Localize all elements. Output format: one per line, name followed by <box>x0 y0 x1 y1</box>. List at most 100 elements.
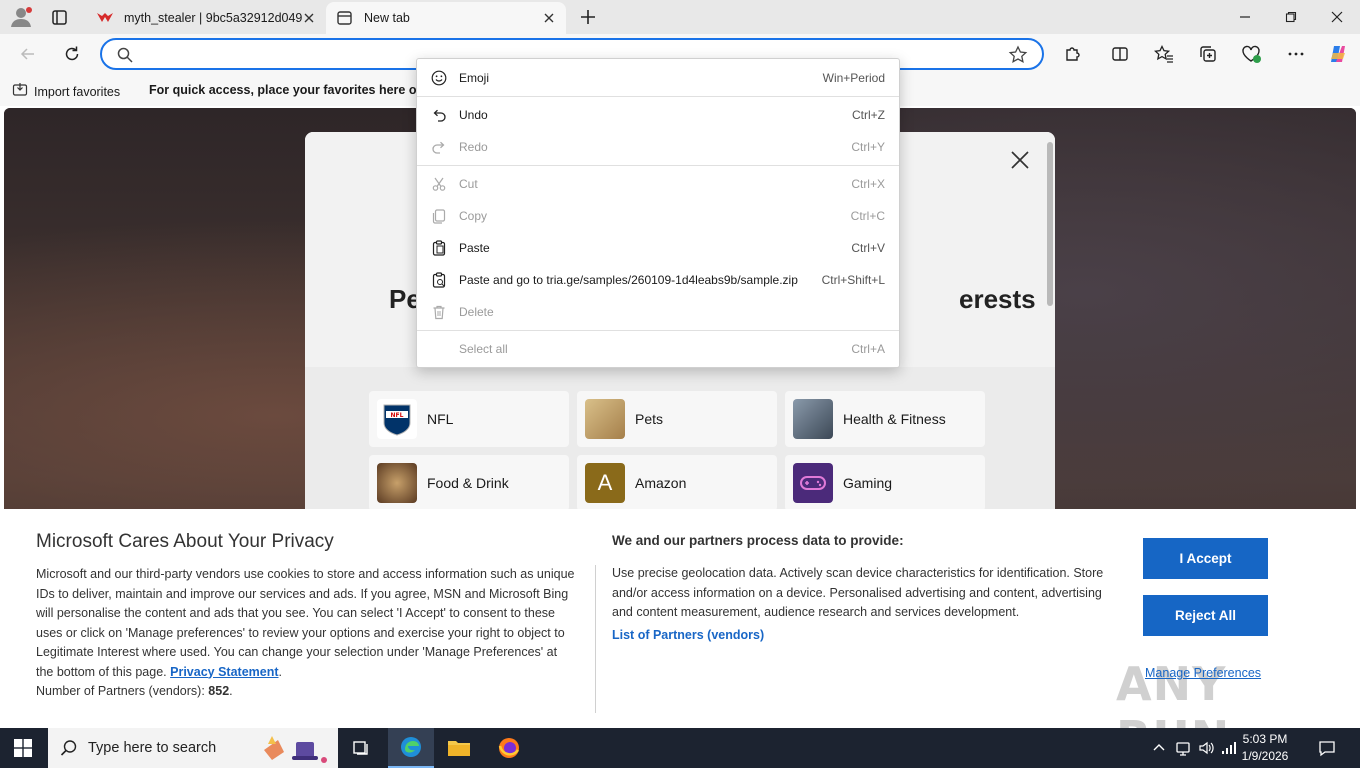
close-window-icon[interactable] <box>1314 0 1360 34</box>
extensions-icon[interactable] <box>1060 42 1084 66</box>
edge-taskbar-icon[interactable] <box>388 728 434 768</box>
clock-date: 1/9/2026 <box>1241 749 1289 763</box>
file-explorer-icon[interactable] <box>436 728 482 768</box>
menu-divider <box>417 330 899 331</box>
reject-all-button[interactable]: Reject All <box>1143 595 1268 636</box>
close-tab-icon[interactable] <box>542 11 556 25</box>
menu-item-shortcut: Ctrl+Z <box>852 108 885 122</box>
category-gaming[interactable]: Gaming <box>785 455 985 511</box>
tab-myth-stealer[interactable]: myth_stealer | 9bc5a32912d0490a <box>86 2 326 34</box>
search-highlight-icon <box>260 732 330 769</box>
profile-avatar-icon[interactable] <box>8 5 34 29</box>
browser-essentials-icon[interactable] <box>1240 42 1264 66</box>
menu-item-emoji[interactable]: Emoji Win+Period <box>417 63 899 93</box>
manage-preferences-link[interactable]: Manage Preferences <box>1145 666 1261 680</box>
undo-icon <box>431 107 447 123</box>
firefox-icon[interactable] <box>486 728 532 768</box>
back-arrow-icon[interactable] <box>16 42 40 66</box>
menu-item-copy: Copy Ctrl+C <box>417 201 899 231</box>
menu-item-redo: Redo Ctrl+Y <box>417 132 899 162</box>
favorite-star-icon[interactable] <box>1008 45 1028 65</box>
partners-count: 852 <box>208 684 230 698</box>
more-options-icon[interactable] <box>1284 42 1308 66</box>
search-icon <box>116 46 134 64</box>
menu-item-delete: Delete <box>417 297 899 327</box>
food-icon <box>377 463 417 503</box>
menu-item-label: Paste and go to tria.ge/samples/260109-1… <box>459 273 798 287</box>
windows-start-icon[interactable] <box>14 739 32 757</box>
category-amazon[interactable]: A Amazon <box>577 455 777 511</box>
new-tab-plus-icon[interactable] <box>576 5 600 29</box>
pets-icon <box>585 399 625 439</box>
import-icon <box>12 82 28 101</box>
menu-item-label: Copy <box>459 209 488 223</box>
menu-divider <box>417 165 899 166</box>
menu-item-shortcut: Ctrl+X <box>851 177 885 191</box>
tray-chevron-icon[interactable] <box>1150 739 1168 757</box>
menu-item-label: Undo <box>459 108 488 122</box>
privacy-consent-banner: Microsoft Cares About Your Privacy Micro… <box>4 509 1356 765</box>
import-favorites-button[interactable]: Import favorites <box>12 82 120 101</box>
menu-item-cut: Cut Ctrl+X <box>417 169 899 199</box>
close-tab-icon[interactable] <box>302 11 316 25</box>
category-label: Amazon <box>635 475 687 491</box>
category-label: NFL <box>427 411 454 427</box>
menu-item-shortcut: Ctrl+Shift+L <box>821 273 885 287</box>
notifications-icon[interactable] <box>1318 739 1336 757</box>
collections-icon[interactable] <box>1196 42 1220 66</box>
taskbar-clock[interactable]: 5:03 PM 1/9/2026 <box>1236 731 1294 765</box>
favorites-icon[interactable] <box>1152 42 1176 66</box>
category-nfl[interactable]: NFL NFL <box>369 391 569 447</box>
tab-title: New tab <box>364 11 410 25</box>
emoji-icon <box>431 70 447 86</box>
minimize-icon[interactable] <box>1222 0 1268 34</box>
accept-button[interactable]: I Accept <box>1143 538 1268 579</box>
import-favorites-label: Import favorites <box>34 84 121 99</box>
list-of-partners-link[interactable]: List of Partners (vendors) <box>612 628 764 642</box>
menu-item-shortcut: Ctrl+V <box>851 241 885 255</box>
split-screen-icon[interactable] <box>1108 42 1132 66</box>
category-food-drink[interactable]: Food & Drink <box>369 455 569 511</box>
tab-bar: myth_stealer | 9bc5a32912d0490a New tab <box>0 0 1360 34</box>
category-health-fitness[interactable]: Health & Fitness <box>785 391 985 447</box>
search-icon <box>60 739 78 760</box>
menu-item-select-all: Select all Ctrl+A <box>417 334 899 364</box>
new-tab-favicon-icon <box>336 10 354 26</box>
tab-actions-icon[interactable] <box>46 7 72 29</box>
menu-item-label: Redo <box>459 140 488 154</box>
privacy-statement-link[interactable]: Privacy Statement <box>170 665 278 679</box>
nfl-icon: NFL <box>377 399 417 439</box>
dialog-scrollbar[interactable] <box>1047 142 1053 306</box>
copy-icon <box>431 208 447 224</box>
category-label: Pets <box>635 411 664 427</box>
menu-item-label: Emoji <box>459 71 490 85</box>
category-pets[interactable]: Pets <box>577 391 777 447</box>
menu-item-shortcut: Ctrl+A <box>851 342 885 356</box>
close-dialog-icon[interactable] <box>1008 148 1032 172</box>
context-menu: Emoji Win+Period Undo Ctrl+Z Redo Ctrl+Y… <box>416 58 900 368</box>
taskbar-search-box[interactable]: Type here to search <box>48 728 338 768</box>
data-processing-body: Use precise geolocation data. Actively s… <box>612 566 1104 619</box>
privacy-title: Microsoft Cares About Your Privacy <box>36 531 334 552</box>
triage-favicon-icon <box>96 10 114 26</box>
redo-icon <box>431 139 447 155</box>
clock-time: 5:03 PM <box>1242 732 1288 746</box>
refresh-icon[interactable] <box>60 42 84 66</box>
copilot-icon[interactable] <box>1326 42 1350 66</box>
menu-item-undo[interactable]: Undo Ctrl+Z <box>417 100 899 130</box>
network-tray-icon[interactable] <box>1174 739 1192 757</box>
category-label: Gaming <box>843 475 893 491</box>
privacy-body: Microsoft and our third-party vendors us… <box>36 567 575 698</box>
menu-item-label: Select all <box>459 342 508 356</box>
menu-item-paste-and-go[interactable]: Paste and go to tria.ge/samples/260109-1… <box>417 265 899 295</box>
menu-item-paste[interactable]: Paste Ctrl+V <box>417 233 899 263</box>
task-view-icon[interactable] <box>338 728 384 768</box>
cut-icon <box>431 176 447 192</box>
restore-icon[interactable] <box>1268 0 1314 34</box>
svg-text:NFL: NFL <box>391 412 404 419</box>
data-processing-heading: We and our partners process data to prov… <box>612 533 904 548</box>
amazon-icon: A <box>585 463 625 503</box>
tab-new-tab[interactable]: New tab <box>326 2 566 34</box>
volume-icon[interactable] <box>1198 739 1216 757</box>
fitness-icon <box>793 399 833 439</box>
